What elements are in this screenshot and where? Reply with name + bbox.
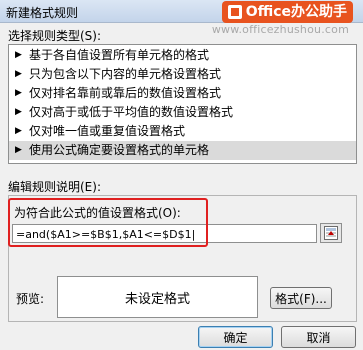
list-item-selected[interactable]: ▶ 使用公式确定要设置格式的单元格 bbox=[9, 141, 356, 160]
triangle-right-icon: ▶ bbox=[15, 145, 22, 155]
watermark: www.officezhushou.com bbox=[211, 23, 349, 36]
triangle-right-icon: ▶ bbox=[15, 69, 22, 79]
preview-box: 未设定格式 bbox=[57, 276, 258, 318]
list-item-label: 仅对高于或低于平均值的数值设置格式 bbox=[29, 105, 234, 119]
range-collapse-button[interactable] bbox=[320, 223, 342, 243]
list-item[interactable]: ▶ 只为包含以下内容的单元格设置格式 bbox=[9, 65, 356, 84]
triangle-right-icon: ▶ bbox=[15, 50, 22, 60]
rule-type-list[interactable]: ▶ 基于各自值设置所有单元格的格式 ▶ 只为包含以下内容的单元格设置格式 ▶ 仅… bbox=[8, 44, 357, 164]
triangle-right-icon: ▶ bbox=[15, 126, 22, 136]
list-item[interactable]: ▶ 仅对唯一值或重复值设置格式 bbox=[9, 122, 356, 141]
range-collapse-icon bbox=[324, 226, 338, 240]
list-item[interactable]: ▶ 仅对高于或低于平均值的数值设置格式 bbox=[9, 103, 356, 122]
office-logo: Office办公助手 bbox=[221, 1, 353, 23]
cancel-button[interactable]: 取消 bbox=[281, 326, 356, 348]
list-item-label: 基于各自值设置所有单元格的格式 bbox=[29, 48, 210, 62]
edit-rule-label: 编辑规则说明(E): bbox=[8, 180, 101, 194]
list-item[interactable]: ▶ 基于各自值设置所有单元格的格式 bbox=[9, 46, 356, 65]
office-logo-icon bbox=[227, 5, 242, 19]
ok-button[interactable]: 确定 bbox=[198, 326, 273, 348]
title-bar: 新建格式规则 Office办公助手 bbox=[0, 0, 363, 23]
list-item-label: 仅对唯一值或重复值设置格式 bbox=[29, 124, 186, 138]
list-item-label: 使用公式确定要设置格式的单元格 bbox=[29, 143, 210, 157]
triangle-right-icon: ▶ bbox=[15, 88, 22, 98]
preview-label: 预览: bbox=[16, 292, 45, 306]
list-item-label: 只为包含以下内容的单元格设置格式 bbox=[29, 67, 222, 81]
window-title: 新建格式规则 bbox=[6, 6, 79, 20]
rule-type-label: 选择规则类型(S): bbox=[8, 29, 102, 43]
preview-text: 未设定格式 bbox=[124, 291, 190, 307]
triangle-right-icon: ▶ bbox=[15, 107, 22, 117]
list-item-label: 仅对排名靠前或靠后的数值设置格式 bbox=[29, 86, 222, 100]
list-item[interactable]: ▶ 仅对排名靠前或靠后的数值设置格式 bbox=[9, 84, 356, 103]
formula-input[interactable]: =and($A1>=$B$1,$A1<=$D$1| bbox=[12, 224, 317, 243]
format-button[interactable]: 格式(F)... bbox=[270, 287, 332, 309]
logo-text: Office办公助手 bbox=[245, 4, 347, 20]
formula-label: 为符合此公式的值设置格式(O): bbox=[14, 206, 181, 220]
